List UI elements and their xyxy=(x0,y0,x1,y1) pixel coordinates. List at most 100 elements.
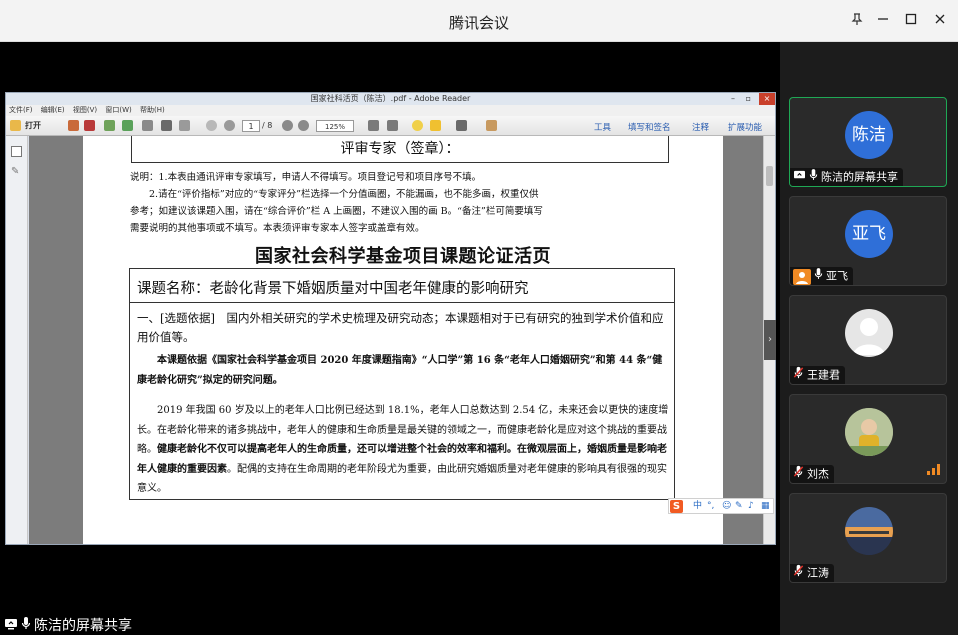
highlight-icon[interactable] xyxy=(430,120,441,131)
paragraph-1: 本课题依据《国家社会科学基金项目 2020 年度课题指南》“人口学”第 16 条… xyxy=(137,355,663,386)
ime-toolbar[interactable]: S 中 °, ☺ ✎ ♪ ▦ xyxy=(668,498,774,514)
participant-tile[interactable]: 刘杰 xyxy=(789,394,947,484)
document-heading: 国家社会科学基金项目课题论证活页 xyxy=(255,246,551,267)
share-icon[interactable] xyxy=(104,120,115,131)
pdf-page: 评审专家（签章）： 说明：1.本表由通讯评审专家填写，申请人不得填写。项目登记号… xyxy=(83,136,723,544)
fit-page-icon[interactable] xyxy=(368,120,379,131)
punctuation-icon[interactable]: °, xyxy=(707,499,714,513)
participant-label: 江涛 xyxy=(790,564,834,582)
comment-pane-link[interactable]: 注释 xyxy=(692,121,709,133)
project-box: 课题名称：老龄化背景下婚姻质量对中国老年健康的影响研究 一、[选题依据] 国内外… xyxy=(129,268,675,500)
participant-tile[interactable]: 江涛 xyxy=(789,493,947,583)
participant-tile[interactable]: 陈洁 陈洁的屏幕共享 xyxy=(789,97,947,187)
meeting-window: 腾讯会议 国家社科活页（陈洁）.pdf - Adobe Reader – ▫ ×… xyxy=(0,0,958,635)
note-line-2: 2.请在“评价指标”对应的“专家评分”栏选择一个分值画圈，不能漏画，也不能多画，… xyxy=(130,189,539,200)
open-button[interactable]: 打开 xyxy=(25,120,41,132)
page-total: / 8 xyxy=(262,121,273,130)
participant-label: 亚飞 xyxy=(790,267,853,285)
mic-icon xyxy=(809,168,818,187)
host-icon xyxy=(793,268,811,285)
menu-file[interactable]: 文件(F) xyxy=(9,106,33,114)
network-signal-icon xyxy=(927,460,941,479)
mic-muted-icon xyxy=(793,564,804,583)
participant-name: 王建君 xyxy=(807,368,840,382)
avatar: 陈洁 xyxy=(845,111,893,159)
section-1-prefix: 一、[选题依据] xyxy=(137,311,215,325)
divider xyxy=(130,302,674,303)
print-icon[interactable] xyxy=(161,120,172,131)
avatar xyxy=(845,408,893,456)
paragraph-2: 2019 年我国 60 岁及以上的老年人口比例已经达到 18.1%，老年人口总数… xyxy=(137,401,672,499)
export-pdf-icon[interactable] xyxy=(84,120,95,131)
scrollbar-thumb[interactable] xyxy=(766,166,773,186)
section-1-text: 国内外相关研究的学术史梳理及研究动态；本课题相对于已有研究的独到学术价值和应用价… xyxy=(137,311,664,344)
folder-icon[interactable] xyxy=(10,120,21,131)
voice-icon[interactable]: ♪ xyxy=(748,499,754,513)
participant-label: 刘杰 xyxy=(790,465,834,483)
avatar xyxy=(845,309,893,357)
grid-icon[interactable]: ▦ xyxy=(761,499,770,513)
reader-menu-bar: 文件(F) 编辑(E) 视图(V) 窗口(W) 帮助(H) xyxy=(6,105,775,116)
email-icon[interactable] xyxy=(179,120,190,131)
menu-help[interactable]: 帮助(H) xyxy=(140,106,165,114)
save-icon[interactable] xyxy=(142,120,153,131)
title-bar: 腾讯会议 xyxy=(0,0,958,42)
close-icon[interactable] xyxy=(931,12,949,30)
note-line-4: 需要说明的其他事项或不填写。本表须评审专家本人签字或盖章有效。 xyxy=(130,223,425,234)
note-line-1: 说明：1.本表由通讯评审专家填写，申请人不得填写。项目登记号和项目序号不填。 xyxy=(130,172,482,183)
menu-edit[interactable]: 编辑(E) xyxy=(41,106,65,114)
extended-link[interactable]: 扩展功能 xyxy=(728,121,762,133)
attachment-icon[interactable]: ✎ xyxy=(11,166,22,177)
avatar xyxy=(845,507,893,555)
pen-icon[interactable]: ✎ xyxy=(735,499,743,513)
section-1-intro: 一、[选题依据] 国内外相关研究的学术史梳理及研究动态；本课题相对于已有研究的独… xyxy=(137,309,672,347)
reader-maximize-icon[interactable]: ▫ xyxy=(746,93,751,105)
upload-icon[interactable] xyxy=(122,120,133,131)
pin-icon[interactable] xyxy=(848,12,866,30)
mic-muted-icon xyxy=(793,366,804,385)
sogou-logo-icon: S xyxy=(670,500,683,513)
page-thumbnails-icon[interactable] xyxy=(11,146,22,157)
zoom-out-icon[interactable] xyxy=(282,120,293,131)
read-mode-icon[interactable] xyxy=(456,120,467,131)
participant-name: 亚飞 xyxy=(826,269,848,283)
participant-name: 陈洁的屏幕共享 xyxy=(821,170,898,184)
fill-sign-link[interactable]: 填写和签名 xyxy=(628,121,671,133)
comment-icon[interactable] xyxy=(412,120,423,131)
fit-width-icon[interactable] xyxy=(387,120,398,131)
participant-name: 江涛 xyxy=(807,566,829,580)
reader-toolbar: 打开 1 / 8 125% 工具 填写和签名 注释 扩展功能 xyxy=(6,116,775,136)
participant-name: 刘杰 xyxy=(807,467,829,481)
reader-title-bar: 国家社科活页（陈洁）.pdf - Adobe Reader – ▫ × xyxy=(6,93,775,105)
mic-icon xyxy=(21,616,31,635)
menu-window[interactable]: 窗口(W) xyxy=(105,106,131,114)
reader-title: 国家社科活页（陈洁）.pdf - Adobe Reader xyxy=(310,94,471,103)
prev-page-icon[interactable] xyxy=(206,120,217,131)
menu-view[interactable]: 视图(V) xyxy=(73,106,97,114)
share-label-text: 陈洁的屏幕共享 xyxy=(34,618,132,634)
page-number-input[interactable]: 1 xyxy=(242,120,260,132)
hand-tool-icon[interactable] xyxy=(486,120,497,131)
participant-tile[interactable]: 亚飞 亚飞 xyxy=(789,196,947,286)
mic-icon xyxy=(814,267,823,286)
minimize-icon[interactable] xyxy=(874,12,892,30)
reader-nav-pane: ✎ xyxy=(6,136,28,544)
participant-label: 王建君 xyxy=(790,366,845,384)
maximize-icon[interactable] xyxy=(902,12,920,30)
reader-close-icon[interactable]: × xyxy=(759,93,775,105)
reviewer-signature-box: 评审专家（签章）： xyxy=(131,136,669,163)
zoom-in-icon[interactable] xyxy=(298,120,309,131)
next-page-icon[interactable] xyxy=(224,120,235,131)
emoji-icon[interactable]: ☺ xyxy=(722,499,731,513)
app-title: 腾讯会议 xyxy=(448,14,509,32)
reader-minimize-icon[interactable]: – xyxy=(731,93,735,105)
document-area: 评审专家（签章）： 说明：1.本表由通讯评审专家填写，申请人不得填写。项目登记号… xyxy=(29,136,764,544)
tools-pane-link[interactable]: 工具 xyxy=(594,121,611,133)
zoom-select[interactable]: 125% xyxy=(316,120,354,132)
create-pdf-icon[interactable] xyxy=(68,120,79,131)
ime-lang[interactable]: 中 xyxy=(693,499,702,513)
project-name: 课题名称：老龄化背景下婚姻质量对中国老年健康的影响研究 xyxy=(137,281,529,297)
screen-share-icon xyxy=(793,169,806,187)
participant-tile[interactable]: 王建君 xyxy=(789,295,947,385)
collapse-panel-icon[interactable]: › xyxy=(764,320,776,360)
